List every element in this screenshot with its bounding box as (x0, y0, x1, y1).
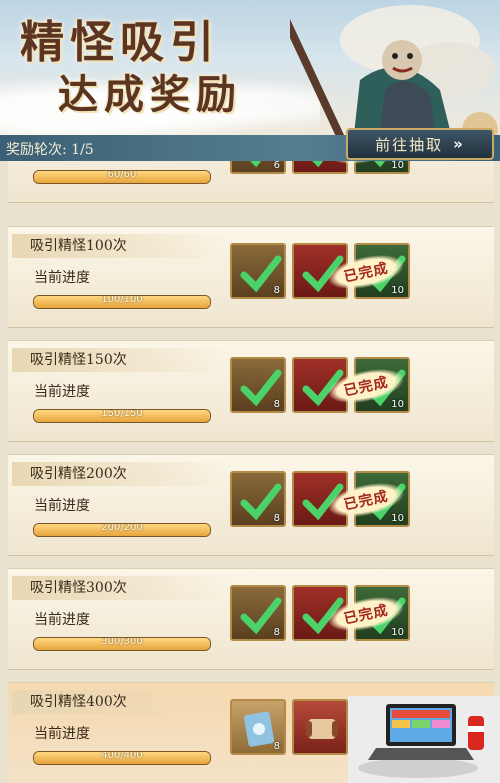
reward-count: 10 (391, 285, 404, 296)
reward-count: 8 (273, 285, 280, 296)
reward-count: 10 (391, 627, 404, 638)
round-value: 1/5 (71, 142, 94, 158)
progress-bar: 400/400 (33, 751, 211, 765)
reward-items: 6 10 已完成 (230, 161, 420, 178)
reward-items: 8 10 已完成 (230, 243, 420, 303)
progress-label: 当前进度 (34, 498, 90, 514)
task-title: 吸引精怪100次 (12, 234, 232, 258)
progress-label: 当前进度 (34, 726, 90, 742)
reward-count: 8 (273, 741, 280, 752)
reward-count: 10 (391, 513, 404, 524)
task-title: 吸引精怪200次 (12, 462, 232, 486)
chevron-double-right-icon: » (453, 135, 465, 153)
reward-item-1[interactable]: 8 (230, 585, 286, 641)
reward-item-1[interactable]: 6 (230, 161, 286, 174)
reward-count: 8 (273, 513, 280, 524)
reward-count: 8 (273, 627, 280, 638)
progress-bar: 60/60 (33, 170, 211, 184)
reward-list[interactable]: 60/60 6 10 已完成 吸引精怪100次当前进度100/100810已完成… (0, 161, 500, 783)
banner-title-line1: 精怪吸引 (20, 17, 220, 68)
task-title: 吸引精怪400次 (12, 690, 232, 714)
reward-count: 10 (391, 161, 404, 171)
progress-text: 200/200 (101, 523, 143, 533)
progress-bar: 200/200 (33, 523, 211, 537)
spirit-character-art (290, 5, 498, 135)
laptop-photo-thumbnail (348, 696, 500, 783)
banner-title-line2: 达成奖励 (58, 71, 242, 118)
reward-item-1[interactable]: 8 (230, 243, 286, 299)
ticket-icon (243, 711, 275, 747)
reward-item-2[interactable] (292, 699, 348, 755)
reward-count: 8 (273, 399, 280, 410)
reward-items: 8 10 已完成 (230, 585, 420, 645)
reward-item-1[interactable]: 8 (230, 471, 286, 527)
progress-text: 300/300 (101, 637, 143, 647)
reward-round-label: 奖励轮次: 1/5 (6, 139, 94, 159)
reward-card: 吸引精怪200次 当前进度 200/200 8 10 已完成 (8, 454, 494, 556)
goto-draw-button[interactable]: 前往抽取 » (346, 128, 494, 160)
progress-label: 当前进度 (34, 612, 90, 628)
progress-bar: 100/100 (33, 295, 211, 309)
task-title: 吸引精怪150次 (12, 348, 232, 372)
progress-label: 当前进度 (34, 384, 90, 400)
progress-text: 150/150 (101, 409, 143, 419)
reward-card: 吸引精怪150次 当前进度 150/150 8 10 已完成 (8, 340, 494, 442)
goto-draw-label: 前往抽取 (375, 135, 444, 154)
reward-items: 8 10 已完成 (230, 357, 420, 417)
progress-bar: 150/150 (33, 409, 211, 423)
progress-text: 100/100 (101, 295, 143, 305)
reward-card: 吸引精怪300次 当前进度 300/300 8 10 已完成 (8, 568, 494, 670)
reward-items: 8 10 已完成 (230, 471, 420, 531)
reward-card-top-partial: 60/60 6 10 已完成 (8, 161, 494, 203)
progress-text: 400/400 (101, 751, 143, 761)
progress-text: 60/60 (107, 170, 137, 180)
reward-card: 吸引精怪100次 当前进度 100/100 8 10 已完成 (8, 226, 494, 328)
reward-count: 6 (273, 161, 280, 171)
event-banner: 精怪吸引 达成奖励 (0, 0, 500, 135)
progress-label: 当前进度 (34, 270, 90, 286)
scroll-icon (306, 719, 338, 739)
round-label-text: 奖励轮次: (6, 142, 67, 158)
reward-item-1[interactable]: 8 (230, 357, 286, 413)
task-title: 吸引精怪300次 (12, 576, 232, 600)
reward-item-1[interactable]: 8 (230, 699, 286, 755)
progress-bar: 300/300 (33, 637, 211, 651)
reward-count: 10 (391, 399, 404, 410)
laptop-photo-art (348, 696, 500, 783)
